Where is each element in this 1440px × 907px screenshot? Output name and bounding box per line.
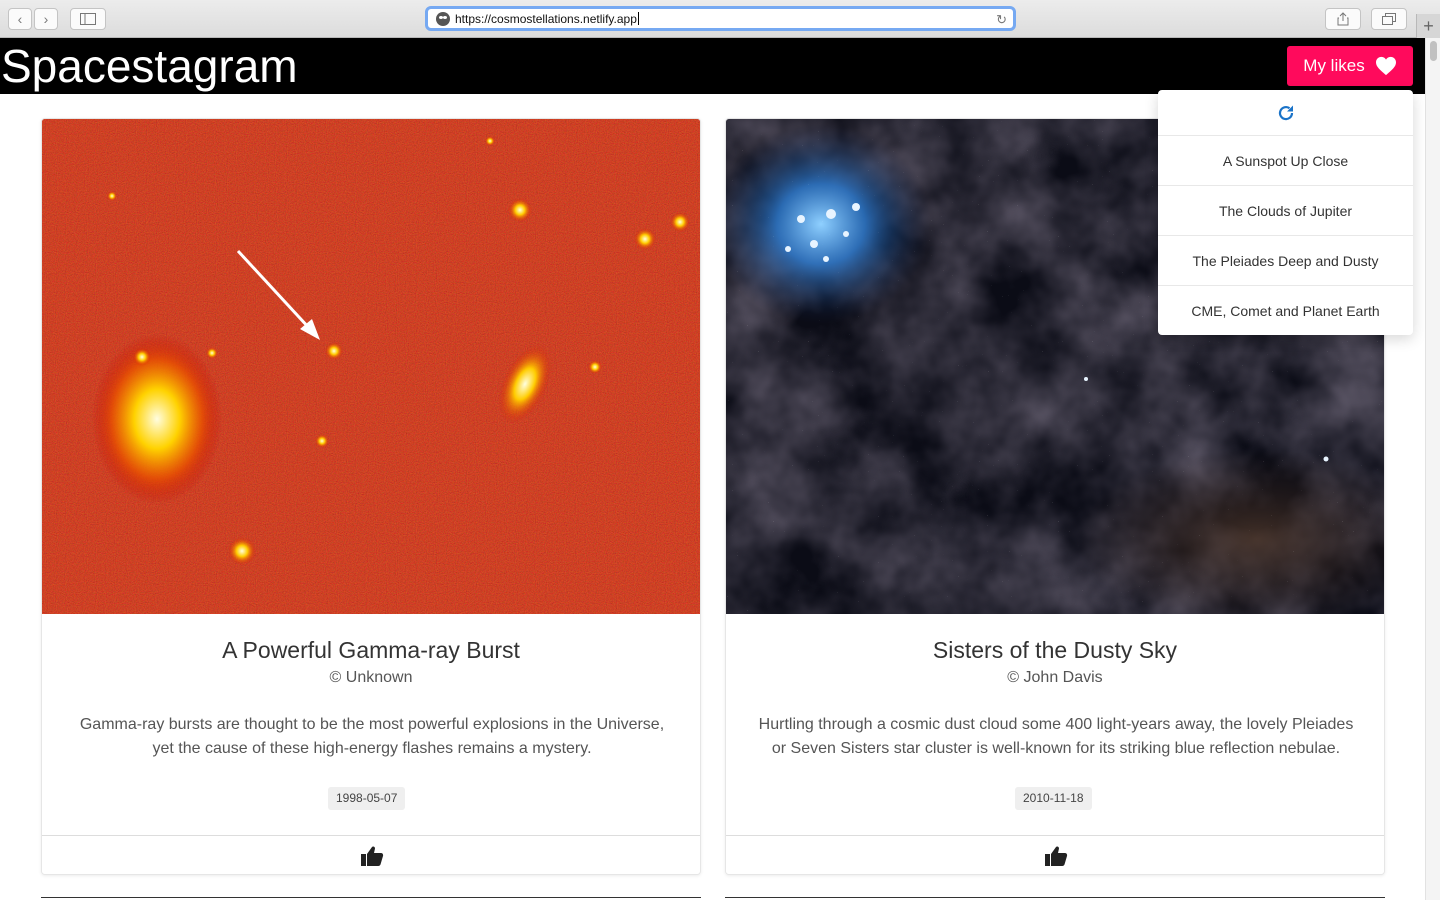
new-tab-button[interactable]: + xyxy=(1416,14,1440,38)
like-button[interactable] xyxy=(726,835,1384,874)
post-title: Sisters of the Dusty Sky xyxy=(932,637,1178,663)
url-text: https://cosmostellations.netlify.app xyxy=(455,11,637,26)
post-credit: © John Davis xyxy=(1007,669,1103,686)
sidebar-icon xyxy=(80,13,96,25)
like-button[interactable] xyxy=(42,835,700,874)
liked-item[interactable]: The Clouds of Jupiter xyxy=(1158,186,1413,236)
text-caret xyxy=(637,12,639,25)
share-button[interactable] xyxy=(1325,8,1361,30)
scrollbar-thumb[interactable] xyxy=(1430,41,1437,61)
refresh-icon xyxy=(1278,105,1293,120)
back-button[interactable]: ‹ xyxy=(8,8,32,30)
liked-item[interactable]: The Pleiades Deep and Dusty xyxy=(1158,236,1413,286)
address-bar[interactable]: https://cosmostellations.netlify.app ↻ xyxy=(425,6,1016,31)
next-post-card-edge xyxy=(41,897,701,907)
refresh-likes-button[interactable] xyxy=(1158,90,1413,136)
chevron-right-icon: › xyxy=(43,11,49,27)
tabs-overview-button[interactable] xyxy=(1371,8,1407,30)
forward-button[interactable]: › xyxy=(34,8,58,30)
thumbs-up-icon xyxy=(361,846,384,866)
my-likes-label: My likes xyxy=(1303,56,1365,75)
post-credit: © Unknown xyxy=(329,669,413,686)
sidebar-toggle-button[interactable] xyxy=(70,8,106,30)
plus-icon: + xyxy=(1423,15,1434,36)
alien-favicon-icon xyxy=(436,11,450,26)
browser-toolbar: ‹ › https://cosmostellations.netlify.app… xyxy=(0,0,1440,38)
heart-icon xyxy=(1375,56,1396,76)
liked-item[interactable]: CME, Comet and Planet Earth xyxy=(1158,286,1413,336)
post-card: A Powerful Gamma-ray Burst © Unknown Gam… xyxy=(41,118,701,875)
post-image-gamma-ray-burst xyxy=(42,119,700,614)
reload-icon[interactable]: ↻ xyxy=(996,12,1007,28)
post-date-badge: 2010-11-18 xyxy=(1015,787,1092,810)
post-description: Hurtling through a cosmic dust cloud som… xyxy=(758,716,1354,757)
brand-title: Spacestagram xyxy=(1,40,298,92)
post-title: A Powerful Gamma-ray Burst xyxy=(222,637,520,663)
liked-item[interactable]: A Sunspot Up Close xyxy=(1158,136,1413,186)
thumbs-up-icon xyxy=(1045,846,1068,866)
post-date-badge: 1998-05-07 xyxy=(328,787,406,810)
post-description: Gamma-ray bursts are thought to be the m… xyxy=(79,716,665,757)
likes-dropdown-menu: A Sunspot Up Close The Clouds of Jupiter… xyxy=(1158,90,1413,335)
share-icon xyxy=(1337,12,1349,26)
my-likes-button[interactable]: My likes xyxy=(1287,46,1413,86)
tabs-icon xyxy=(1382,13,1396,25)
page-scrollbar[interactable] xyxy=(1425,38,1440,900)
next-post-card-edge xyxy=(725,897,1385,907)
chevron-left-icon: ‹ xyxy=(17,11,23,27)
app-header: Spacestagram My likes xyxy=(0,38,1425,94)
